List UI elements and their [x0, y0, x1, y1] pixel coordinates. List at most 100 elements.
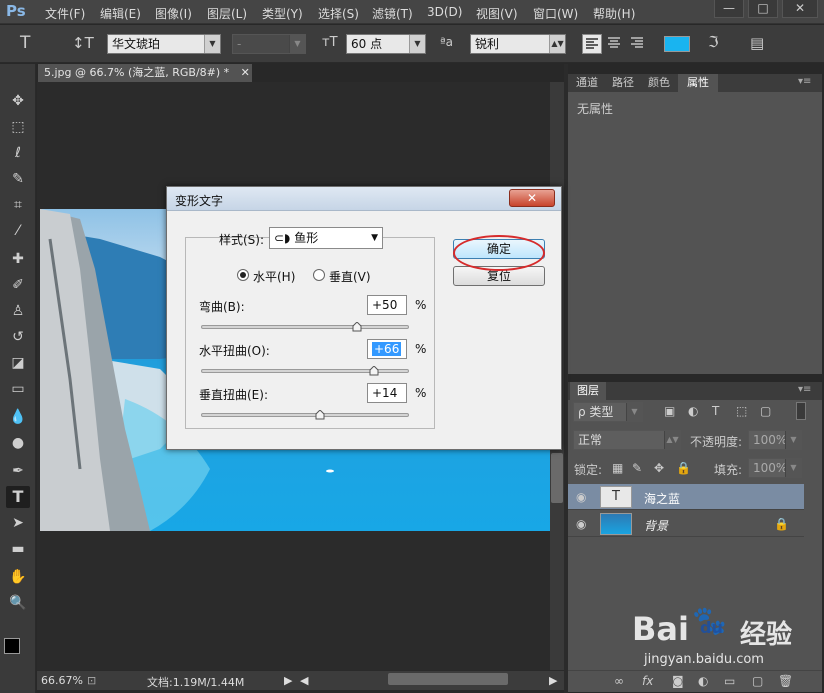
- minimize-button[interactable]: —: [714, 0, 744, 18]
- tab-color[interactable]: 颜色: [642, 74, 676, 92]
- scroll-left-arrow-icon[interactable]: ◀: [300, 674, 308, 687]
- align-right-button[interactable]: [628, 34, 648, 54]
- menu-type[interactable]: 类型(Y): [262, 5, 303, 22]
- font-style-select[interactable]: - ▼: [232, 34, 306, 54]
- visibility-eye-icon[interactable]: ◉: [576, 490, 586, 504]
- horizontal-distortion-input[interactable]: +66: [367, 339, 407, 359]
- lock-position-icon[interactable]: ✥: [654, 461, 664, 475]
- new-layer-icon[interactable]: ▢: [752, 674, 763, 688]
- filter-type-icon[interactable]: T: [712, 404, 719, 418]
- menu-window[interactable]: 窗口(W): [533, 5, 578, 22]
- filter-adjustment-icon[interactable]: ◐: [688, 404, 698, 418]
- tab-paths[interactable]: 路径: [606, 74, 640, 92]
- dialog-close-button[interactable]: ✕: [509, 189, 555, 207]
- zoom-level[interactable]: 66.67%: [41, 674, 83, 687]
- dialog-titlebar[interactable]: 变形文字 ✕: [167, 187, 561, 211]
- bend-slider-track[interactable]: [201, 325, 409, 329]
- lock-pixels-icon[interactable]: ✎: [632, 461, 642, 475]
- panel-menu-icon[interactable]: ▾≡: [798, 384, 811, 395]
- filter-shape-icon[interactable]: ⬚: [736, 404, 747, 418]
- align-left-button[interactable]: [582, 34, 602, 54]
- horizontal-radio[interactable]: [237, 269, 249, 281]
- panel-menu-icon[interactable]: ▾≡: [798, 76, 811, 87]
- scroll-right-arrow-icon[interactable]: ▶: [549, 674, 557, 687]
- layer-row[interactable]: ◉ T 海之蓝: [568, 484, 804, 510]
- opacity-field[interactable]: 100% ▼: [748, 430, 802, 450]
- menu-image[interactable]: 图像(I): [155, 5, 192, 22]
- marquee-tool-icon[interactable]: ⬚: [6, 116, 30, 138]
- trash-icon[interactable]: 🗑: [778, 674, 793, 688]
- maximize-button[interactable]: □: [748, 0, 778, 18]
- status-icon[interactable]: ⊡: [87, 674, 96, 687]
- filter-toggle-switch[interactable]: [796, 402, 806, 420]
- hand-tool-icon[interactable]: ✋: [6, 566, 30, 588]
- clone-stamp-tool-icon[interactable]: ♙: [6, 300, 30, 322]
- lock-all-icon[interactable]: 🔒: [676, 461, 691, 475]
- gradient-tool-icon[interactable]: ▭: [6, 378, 30, 400]
- vertical-distortion-slider-track[interactable]: [201, 413, 409, 417]
- document-tab[interactable]: 5.jpg @ 66.7% (海之蓝, RGB/8#) * ✕: [38, 64, 252, 82]
- type-tool-icon[interactable]: T: [6, 486, 30, 508]
- visibility-eye-icon[interactable]: ◉: [576, 517, 586, 531]
- bend-input[interactable]: +50: [367, 295, 407, 315]
- tab-properties[interactable]: 属性: [678, 74, 718, 92]
- close-window-button[interactable]: ✕: [782, 0, 818, 18]
- fill-field[interactable]: 100% ▼: [748, 458, 802, 478]
- healing-brush-tool-icon[interactable]: ✚: [6, 248, 30, 270]
- history-brush-tool-icon[interactable]: ↺: [6, 326, 30, 348]
- add-mask-icon[interactable]: ◙: [672, 674, 684, 688]
- menu-layer[interactable]: 图层(L): [207, 5, 247, 22]
- style-select[interactable]: ⊂◗ 鱼形 ▼: [269, 227, 383, 249]
- align-center-button[interactable]: [605, 34, 625, 54]
- horizontal-label[interactable]: 水平(H): [253, 268, 295, 285]
- menu-select[interactable]: 选择(S): [318, 5, 359, 22]
- vertical-distortion-slider-thumb[interactable]: [315, 410, 325, 420]
- move-tool-icon[interactable]: ✥: [6, 90, 30, 112]
- tab-channels[interactable]: 通道: [570, 74, 604, 92]
- crop-tool-icon[interactable]: ⌗: [6, 194, 30, 216]
- adjustment-layer-icon[interactable]: ◐: [698, 674, 708, 688]
- shape-tool-icon[interactable]: ▬: [6, 538, 30, 560]
- path-select-tool-icon[interactable]: ➤: [6, 512, 30, 534]
- layer-row[interactable]: ◉ 背景 🔒: [568, 511, 804, 537]
- warp-text-icon[interactable]: ℑ: [708, 33, 718, 51]
- text-color-swatch[interactable]: [664, 36, 690, 52]
- layer-filter-select[interactable]: ρ 类型 ▼: [573, 402, 643, 422]
- font-family-select[interactable]: 华文琥珀 ▼: [107, 34, 221, 54]
- menu-view[interactable]: 视图(V): [476, 5, 518, 22]
- filter-smart-object-icon[interactable]: ▢: [760, 404, 771, 418]
- menu-edit[interactable]: 编辑(E): [100, 5, 141, 22]
- brush-tool-icon[interactable]: ✐: [6, 274, 30, 296]
- dodge-tool-icon[interactable]: ●: [6, 432, 30, 454]
- foreground-color-swatch[interactable]: [4, 638, 20, 654]
- zoom-tool-icon[interactable]: 🔍: [6, 592, 30, 614]
- bend-slider-thumb[interactable]: [352, 322, 362, 332]
- eyedropper-tool-icon[interactable]: ⁄: [6, 220, 30, 242]
- blend-mode-select[interactable]: 正常 ▲▼: [573, 430, 681, 450]
- layer-name[interactable]: 背景: [644, 517, 668, 534]
- menu-filter[interactable]: 滤镜(T): [372, 5, 413, 22]
- vertical-distortion-input[interactable]: +14: [367, 383, 407, 403]
- antialias-select[interactable]: 锐利 ▲▼: [470, 34, 566, 54]
- status-menu-arrow-icon[interactable]: ▶: [284, 674, 292, 687]
- new-group-icon[interactable]: ▭: [724, 674, 735, 688]
- horizontal-scroll-thumb[interactable]: [388, 673, 508, 685]
- vertical-radio[interactable]: [313, 269, 325, 281]
- link-layers-icon[interactable]: ∞: [614, 674, 624, 688]
- tab-layers[interactable]: 图层: [570, 382, 606, 400]
- eraser-tool-icon[interactable]: ◪: [6, 352, 30, 374]
- menu-file[interactable]: 文件(F): [45, 5, 85, 22]
- vertical-scroll-thumb[interactable]: [551, 453, 563, 503]
- layer-effects-icon[interactable]: fx: [642, 674, 653, 688]
- menu-help[interactable]: 帮助(H): [593, 5, 635, 22]
- font-size-select[interactable]: 60 点 ▼: [346, 34, 426, 54]
- lock-transparent-icon[interactable]: ▦: [612, 461, 623, 475]
- filter-pixel-icon[interactable]: ▣: [664, 404, 675, 418]
- menu-3d[interactable]: 3D(D): [427, 5, 462, 19]
- close-tab-icon[interactable]: ✕: [241, 66, 250, 79]
- lasso-tool-icon[interactable]: ℓ: [6, 142, 30, 164]
- quick-select-tool-icon[interactable]: ✎: [6, 168, 30, 190]
- horizontal-distortion-slider-thumb[interactable]: [369, 366, 379, 376]
- layer-name[interactable]: 海之蓝: [644, 490, 680, 507]
- blur-tool-icon[interactable]: 💧: [6, 406, 30, 428]
